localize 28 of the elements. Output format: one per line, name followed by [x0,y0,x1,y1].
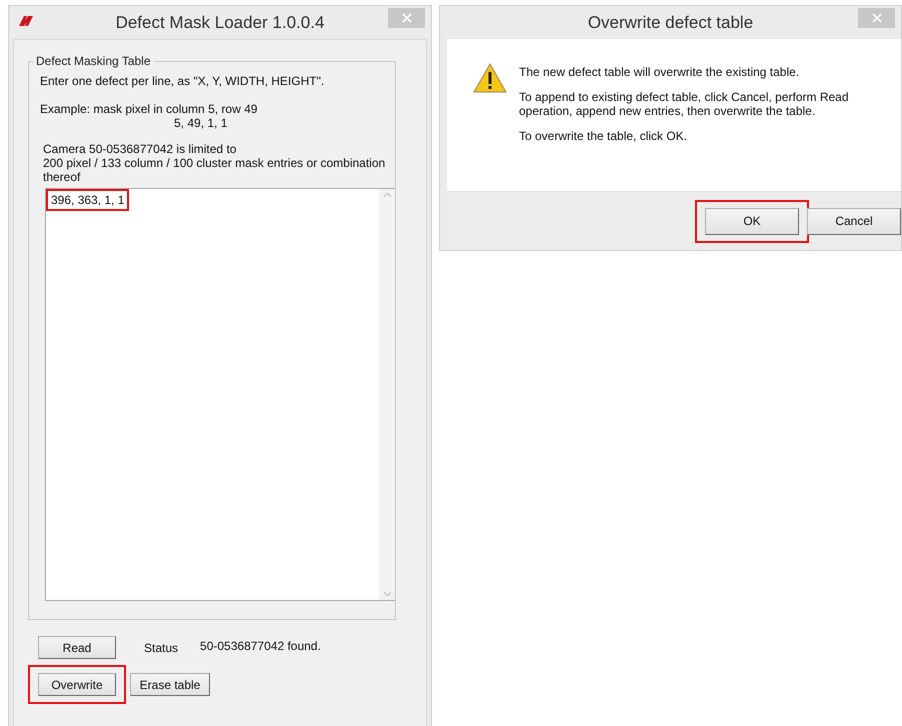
status-value: 50-0536877042 found. [200,638,321,652]
warning-icon [473,63,507,93]
scrollbar[interactable] [379,189,395,600]
dialog-message: The new defect table will overwrite the existing table. [519,65,800,79]
defect-entry: 396, 363, 1, 1 [48,191,128,209]
window-title: Defect Mask Loader 1.0.0.4 [116,12,324,32]
close-icon [872,13,882,23]
instruction-text: Enter one defect per line, as "X, Y, WIDTH, HEIGHT". [39,73,326,88]
dialog-message: To overwrite the table, click OK. [519,129,688,143]
example-text: Example: mask pixel in column 5, row 49 [39,101,258,116]
status-label: Status [144,640,178,654]
scroll-down-icon [384,592,390,596]
dialog-message: To append to existing defect table, click Cancel, perform Read operation, append new entries, then overwrite the table. [519,90,850,118]
ok-button[interactable]: OK [705,208,799,234]
close-button[interactable] [388,8,425,28]
group-title: Defect Masking Table [35,54,152,68]
read-button[interactable]: Read [38,636,116,659]
erase-table-button[interactable]: Erase table [130,673,210,696]
app-logo-icon [19,16,33,26]
example-value: 5, 49, 1, 1 [173,116,228,130]
scroll-up-icon [384,193,390,197]
overwrite-button[interactable]: Overwrite [38,673,116,696]
close-icon [402,13,412,23]
dialog-title: Overwrite defect table [588,12,754,32]
cancel-button[interactable]: Cancel [807,208,901,234]
camera-limit-text: Camera 50-0536877042 is limited to 200 pixel / 133 column / 100 cluster mask entries or combination thereof [42,141,386,184]
close-button[interactable] [858,8,895,28]
defect-table-field[interactable]: 396, 363, 1, 1 [45,188,395,601]
